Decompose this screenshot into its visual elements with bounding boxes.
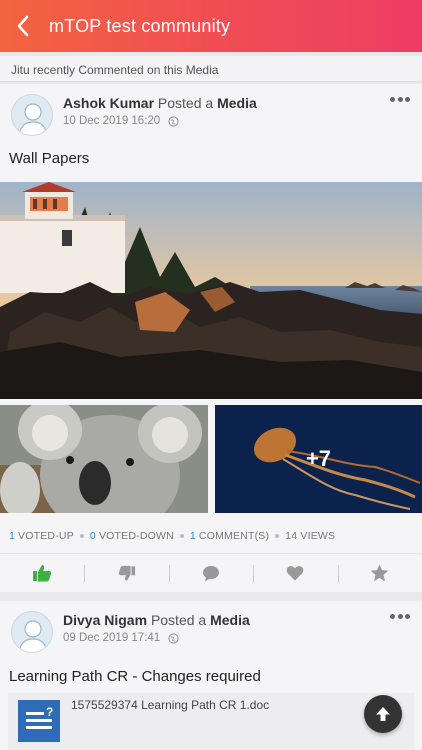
votes-up-count[interactable]: 1 bbox=[9, 530, 15, 542]
post-title: Wall Papers bbox=[9, 150, 90, 167]
post-card: Ashok Kumar Posted a Media 10 Dec 2019 1… bbox=[0, 84, 422, 592]
post-action-bar bbox=[0, 553, 422, 592]
top-bar: mTOP test community bbox=[0, 0, 422, 52]
activity-notice: Jitu recently Commented on this Media bbox=[0, 56, 422, 82]
avatar[interactable] bbox=[11, 611, 53, 653]
votes-down-count[interactable]: 0 bbox=[90, 530, 96, 542]
app-screen: mTOP test community Jitu recently Commen… bbox=[0, 0, 422, 750]
post-date: 09 Dec 2019 17:41 bbox=[63, 632, 161, 644]
media-image-lighthouse[interactable] bbox=[0, 182, 422, 399]
post-object: Media bbox=[210, 612, 250, 628]
avatar[interactable] bbox=[11, 94, 53, 136]
votes-down-label: VOTED-DOWN bbox=[98, 530, 174, 542]
post-meta: 10 Dec 2019 16:20 bbox=[63, 115, 179, 127]
post-object: Media bbox=[217, 95, 257, 111]
doc-icon: ? bbox=[18, 700, 60, 742]
back-button[interactable] bbox=[0, 0, 46, 52]
globe-icon bbox=[168, 632, 179, 644]
media-image-koala[interactable] bbox=[0, 405, 208, 513]
votes-up-label: VOTED-UP bbox=[18, 530, 74, 542]
comments-count[interactable]: 1 bbox=[190, 530, 196, 542]
globe-icon bbox=[168, 115, 179, 127]
post-title: Learning Path CR - Changes required bbox=[9, 668, 261, 685]
user-avatar-icon bbox=[18, 103, 48, 135]
more-options-button[interactable] bbox=[390, 94, 410, 104]
more-media-count[interactable]: +7 bbox=[215, 405, 422, 513]
post-action-text: Posted a bbox=[150, 612, 207, 628]
star-icon bbox=[371, 564, 389, 582]
post-stats: 1 VOTED-UP 0 VOTED-DOWN 1 COMMENT(S) 14 … bbox=[9, 530, 335, 542]
svg-text:?: ? bbox=[46, 705, 53, 719]
scroll-top-button[interactable] bbox=[364, 695, 402, 733]
like-button[interactable] bbox=[253, 554, 337, 592]
media-image-jellyfish[interactable]: +7 bbox=[215, 405, 422, 513]
upvote-button[interactable] bbox=[0, 554, 84, 592]
back-arrow-icon bbox=[17, 15, 29, 37]
more-options-button[interactable] bbox=[390, 611, 410, 621]
author-name[interactable]: Divya Nigam bbox=[63, 612, 147, 628]
post-header: Ashok Kumar Posted a Media bbox=[63, 95, 257, 111]
views-count: 14 VIEWS bbox=[285, 530, 336, 542]
downvote-button[interactable] bbox=[84, 554, 168, 592]
post-meta: 09 Dec 2019 17:41 bbox=[63, 632, 179, 644]
post-header: Divya Nigam Posted a Media bbox=[63, 612, 250, 628]
comment-button[interactable] bbox=[168, 554, 253, 592]
post-date: 10 Dec 2019 16:20 bbox=[63, 115, 161, 127]
user-avatar-icon bbox=[18, 620, 48, 652]
favorite-button[interactable] bbox=[337, 554, 422, 592]
attachment-name[interactable]: 1575529374 Learning Path CR 1.doc bbox=[71, 698, 269, 712]
thumbs-down-icon bbox=[118, 565, 135, 581]
heart-icon bbox=[287, 566, 304, 581]
author-name[interactable]: Ashok Kumar bbox=[63, 95, 154, 111]
page-title: mTOP test community bbox=[49, 15, 231, 36]
thumbs-up-icon bbox=[33, 565, 52, 582]
more-icon bbox=[390, 96, 395, 102]
lighthouse-photo bbox=[0, 182, 422, 399]
scroll-top-icon bbox=[376, 707, 390, 721]
comments-label: COMMENT(S) bbox=[198, 530, 270, 542]
comment-icon bbox=[203, 565, 220, 581]
koala-photo bbox=[0, 405, 208, 513]
more-icon bbox=[390, 613, 395, 619]
post-card: Divya Nigam Posted a Media 09 Dec 2019 1… bbox=[0, 601, 422, 750]
post-action-text: Posted a bbox=[157, 95, 214, 111]
attachment-item[interactable]: ? 1575529374 Learning Path CR 1.doc bbox=[8, 693, 414, 750]
